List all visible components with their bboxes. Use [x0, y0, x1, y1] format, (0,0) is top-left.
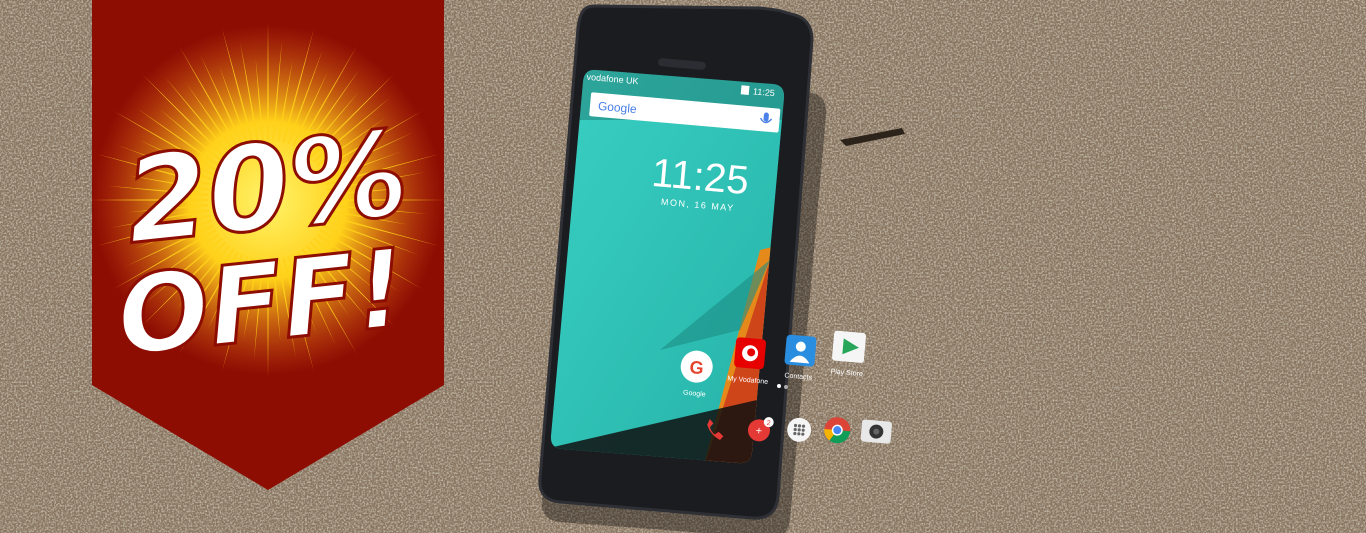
photo-scene: 20% OFF! vodafone UK 11:25 Google 11:25 …	[0, 0, 1366, 533]
svg-text:G: G	[689, 357, 705, 378]
clock-time: 11:25	[650, 151, 751, 203]
status-time: 11:25	[753, 86, 776, 98]
messages-badge: 2	[766, 420, 771, 427]
battery-icon	[740, 85, 750, 95]
dock-camera[interactable]	[860, 419, 892, 444]
app-play-store[interactable]: Play Store	[830, 330, 867, 379]
app-contacts[interactable]: Contacts	[783, 334, 817, 382]
svg-text:+: +	[755, 425, 762, 438]
